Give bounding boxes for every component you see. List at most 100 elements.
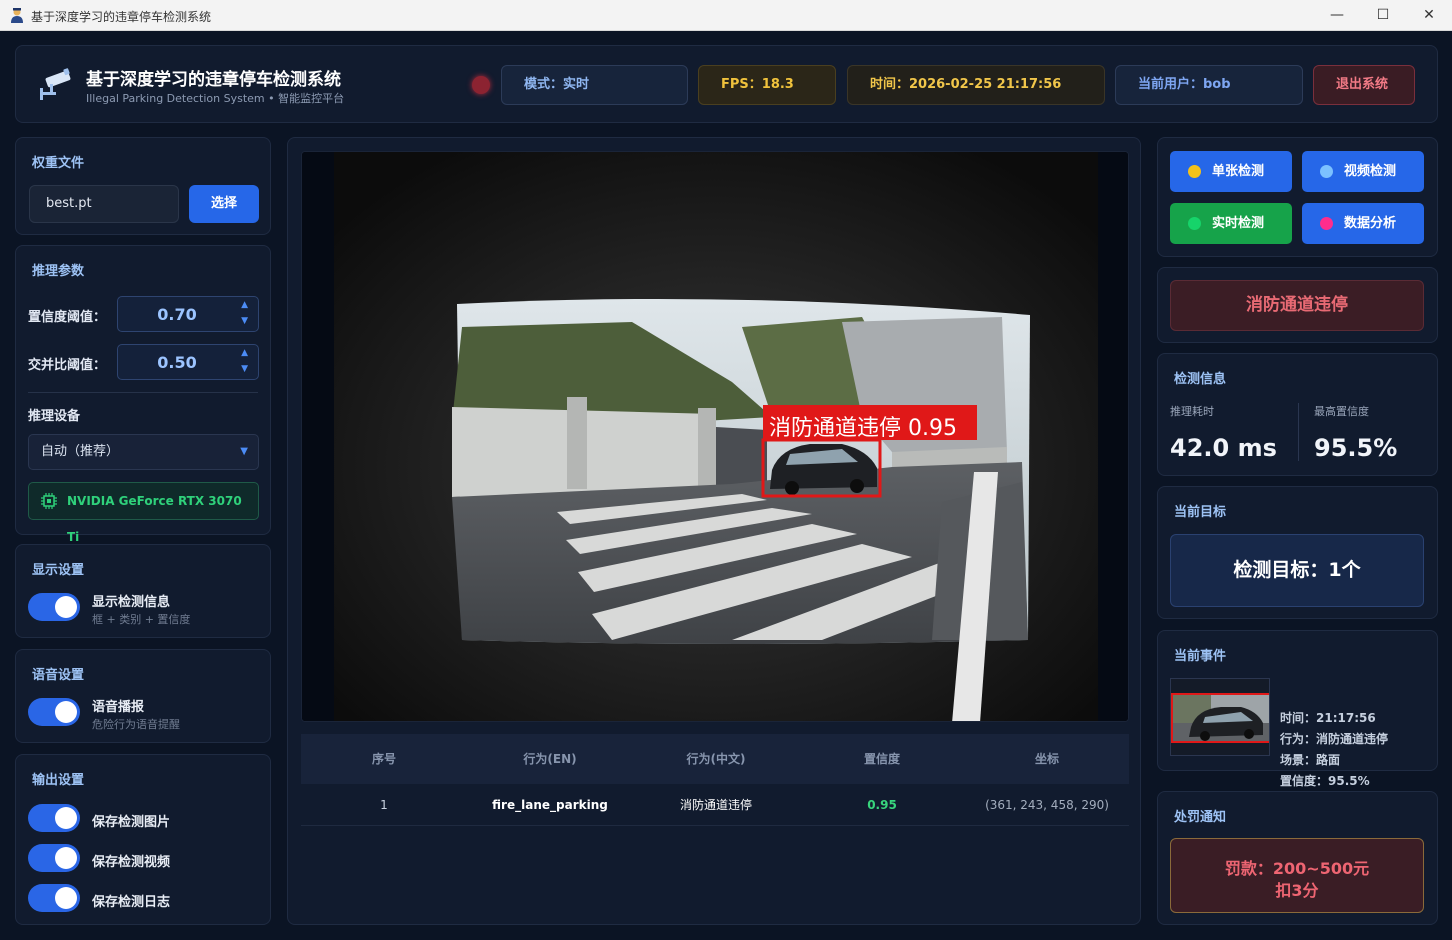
fps-chip: FPS：18.3 <box>698 65 836 105</box>
col-header-behavior-cn: 行为(中文) <box>686 752 746 766</box>
video-detect-label: 视频检测 <box>1344 164 1397 179</box>
spin-up-icon[interactable]: ▲ <box>241 300 248 310</box>
penalty-points: 扣3分 <box>1275 881 1319 900</box>
conf-threshold-spinbox[interactable]: 0.70 ▲ ▼ <box>117 296 259 332</box>
current-event-panel: 当前事件 时间：21:17:56 行为：消防通道违停 场景：路面 置信度：95.… <box>1157 630 1438 788</box>
mode-chip: 模式：实时 <box>501 65 688 105</box>
col-header-behavior-en: 行为(EN) <box>523 752 577 766</box>
max-confidence-value: 95.5% <box>1314 434 1398 462</box>
event-thumbnail <box>1170 678 1270 756</box>
divider <box>28 392 258 393</box>
spin-down-icon[interactable]: ▼ <box>241 364 248 374</box>
cell-behavior-cn: 消防通道违停 <box>679 798 752 812</box>
save-image-toggle[interactable] <box>28 804 80 832</box>
save-log-label: 保存检测日志 <box>92 895 171 910</box>
event-confidence: 置信度：95.5% <box>1280 774 1370 788</box>
event-scene: 场景：路面 <box>1280 753 1341 767</box>
save-video-label: 保存检测视频 <box>92 855 171 870</box>
voice-toggle[interactable] <box>28 698 80 726</box>
results-table-header: 序号 行为(EN) 行为(中文) 置信度 坐标 <box>301 734 1129 784</box>
target-count: 检测目标：1个 <box>1170 534 1424 607</box>
toggle-knob <box>55 807 77 829</box>
current-target-title: 当前目标 <box>1174 505 1227 520</box>
yellow-dot-icon <box>1188 165 1201 178</box>
cell-confidence: 0.95 <box>867 798 897 812</box>
toggle-knob <box>55 847 77 869</box>
single-detect-label: 单张检测 <box>1212 164 1265 179</box>
iou-threshold-spinbox[interactable]: 0.50 ▲ ▼ <box>117 344 259 380</box>
save-video-toggle[interactable] <box>28 844 80 872</box>
conf-value: 0.70 <box>157 305 197 324</box>
weights-file-input[interactable]: best.pt <box>29 185 179 223</box>
col-header-confidence: 置信度 <box>863 752 900 766</box>
toggle-knob <box>55 596 77 618</box>
current-event-title: 当前事件 <box>1174 649 1227 664</box>
header-bar: 基于深度学习的违章停车检测系统 Illegal Parking Detectio… <box>15 45 1438 123</box>
time-chip: 时间：2026-02-25 21:17:56 <box>847 65 1105 105</box>
camera-icon <box>40 68 71 100</box>
iou-value: 0.50 <box>157 353 197 372</box>
app-icon <box>11 8 23 23</box>
table-row[interactable]: 1 fire_lane_parking 消防通道违停 0.95 (361, 24… <box>301 784 1129 826</box>
inference-panel: 推理参数 置信度阈值： 0.70 ▲ ▼ 交并比阈值： 0.50 ▲ ▼ 推理设… <box>15 245 271 544</box>
close-button[interactable]: ✕ <box>1406 0 1452 31</box>
app-body: 基于深度学习的违章停车检测系统 Illegal Parking Detectio… <box>0 31 1452 940</box>
cell-coordinates: (361, 243, 458, 290) <box>985 798 1109 812</box>
voice-title: 语音设置 <box>32 668 85 683</box>
output-title: 输出设置 <box>32 773 85 788</box>
weights-panel: 权重文件 best.pt 选择 <box>15 137 271 235</box>
spin-down-icon[interactable]: ▼ <box>241 316 248 326</box>
save-log-toggle[interactable] <box>28 884 80 912</box>
current-target-panel: 当前目标 检测目标：1个 <box>1157 486 1438 619</box>
spin-up-icon[interactable]: ▲ <box>241 348 248 358</box>
show-info-toggle[interactable] <box>28 593 80 621</box>
select-weights-button[interactable]: 选择 <box>189 185 259 223</box>
toggle-knob <box>55 701 77 723</box>
save-image-label: 保存检测图片 <box>92 815 171 830</box>
gpu-chip-icon <box>41 493 57 509</box>
realtime-detect-button[interactable]: 实时检测 <box>1170 203 1292 244</box>
divider <box>1298 403 1299 461</box>
weights-title: 权重文件 <box>32 156 85 171</box>
inference-title: 推理参数 <box>32 264 85 279</box>
maximize-button[interactable]: ☐ <box>1360 0 1406 31</box>
penalty-title: 处罚通知 <box>1174 810 1227 825</box>
voice-settings-panel: 语音设置 语音播报 危险行为语音提醒 <box>15 649 271 743</box>
window-title: 基于深度学习的违章停车检测系统 <box>31 10 212 24</box>
video-detect-button[interactable]: 视频检测 <box>1302 151 1424 192</box>
col-header-index: 序号 <box>371 752 396 766</box>
inference-time-value: 42.0 ms <box>1170 434 1277 462</box>
toggle-knob <box>55 887 77 909</box>
minimize-button[interactable]: — <box>1314 0 1360 31</box>
video-display: 消防通道违停 0.95 <box>301 151 1129 722</box>
alert-panel: 消防通道违停 <box>1157 267 1438 343</box>
logout-button[interactable]: 退出系统 <box>1313 65 1415 105</box>
detection-info-panel: 检测信息 推理耗时 42.0 ms 最高置信度 95.5% <box>1157 353 1438 476</box>
single-detect-button[interactable]: 单张检测 <box>1170 151 1292 192</box>
user-chip: 当前用户：bob <box>1115 65 1303 105</box>
penalty-notice: 罚款：200~500元 扣3分 <box>1170 838 1424 913</box>
camera-frame-image: 消防通道违停 0.95 <box>302 152 1128 721</box>
chevron-down-icon: ▼ <box>240 446 248 457</box>
max-confidence-label: 最高置信度 <box>1314 405 1369 418</box>
event-time: 时间：21:17:56 <box>1280 711 1376 725</box>
cell-index: 1 <box>380 798 388 812</box>
detection-info-title: 检测信息 <box>1174 372 1227 387</box>
realtime-detect-label: 实时检测 <box>1212 216 1265 231</box>
data-analysis-label: 数据分析 <box>1344 216 1397 231</box>
cell-behavior-en: fire_lane_parking <box>492 798 608 812</box>
device-value: 自动（推荐） <box>41 444 120 459</box>
penalty-panel: 处罚通知 罚款：200~500元 扣3分 <box>1157 791 1438 925</box>
gpu-badge: NVIDIA GeForce RTX 3070 Ti <box>28 482 259 544</box>
app-title: 基于深度学习的违章停车检测系统 <box>86 70 341 90</box>
violation-alert: 消防通道违停 <box>1170 280 1424 331</box>
center-panel: 消防通道违停 0.95 序号 行为(EN) 行为(中文) 置信度 坐标 1 fi… <box>287 137 1141 925</box>
show-info-desc: 框 + 类别 + 置信度 <box>92 613 191 626</box>
device-title: 推理设备 <box>28 409 81 424</box>
mode-buttons-panel: 单张检测 视频检测 实时检测 数据分析 <box>1157 137 1438 257</box>
status-indicator <box>472 76 490 94</box>
pink-dot-icon <box>1320 217 1333 230</box>
device-select[interactable]: 自动（推荐） ▼ <box>28 434 259 470</box>
penalty-fine: 罚款：200~500元 <box>1224 859 1370 878</box>
data-analysis-button[interactable]: 数据分析 <box>1302 203 1424 244</box>
